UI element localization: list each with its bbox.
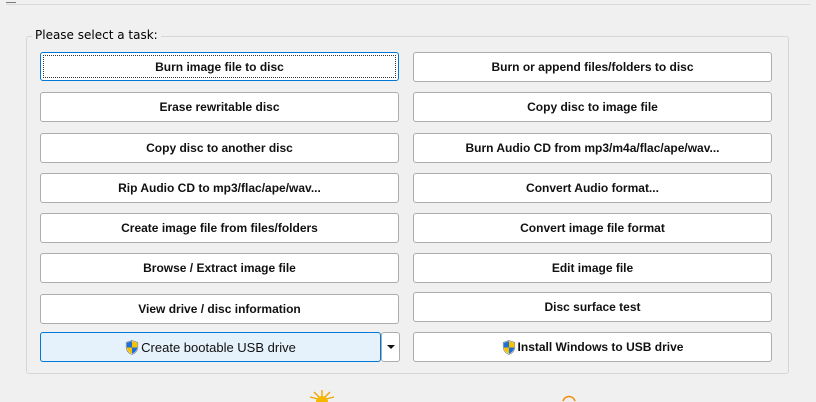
burn-image-button[interactable]: Burn image file to disc (40, 52, 399, 81)
drive-info-label: View drive / disc information (138, 302, 301, 316)
convert-audio-label: Convert Audio format... (526, 181, 659, 195)
orange-arc-icon (562, 395, 576, 402)
convert-image-button[interactable]: Convert image file format (413, 213, 772, 243)
install-windows-label: Install Windows to USB drive (517, 340, 684, 354)
burn-audio-label: Burn Audio CD from mp3/m4a/flac/ape/wav.… (465, 141, 720, 155)
title-bar-edge (6, 0, 810, 5)
burn-files-label: Burn or append files/folders to disc (491, 60, 694, 74)
chevron-down-icon (386, 345, 395, 349)
uac-shield-icon (502, 339, 515, 355)
task-group-label: Please select a task: (32, 28, 161, 42)
install-windows-button[interactable]: Install Windows to USB drive (413, 332, 772, 362)
erase-disc-button[interactable]: Erase rewritable disc (40, 92, 399, 122)
drive-info-button[interactable]: View drive / disc information (40, 294, 399, 324)
copy-disc-label: Copy disc to another disc (146, 141, 293, 155)
rip-audio-label: Rip Audio CD to mp3/flac/ape/wav... (118, 181, 321, 195)
app-window: Please select a task: Burn image file to… (0, 0, 816, 402)
create-image-label: Create image file from files/folders (121, 221, 318, 235)
browse-image-label: Browse / Extract image file (143, 261, 296, 275)
browse-image-button[interactable]: Browse / Extract image file (40, 253, 399, 283)
surface-test-label: Disc surface test (544, 300, 641, 314)
erase-disc-label: Erase rewritable disc (159, 100, 280, 114)
edit-image-label: Edit image file (551, 261, 634, 275)
bootable-usb-button[interactable]: Create bootable USB drive (40, 332, 381, 362)
surface-test-button[interactable]: Disc surface test (413, 292, 772, 322)
burn-audio-button[interactable]: Burn Audio CD from mp3/m4a/flac/ape/wav.… (413, 133, 772, 163)
convert-image-label: Convert image file format (520, 221, 665, 235)
bootable-usb-dropdown-button[interactable] (381, 332, 400, 362)
edit-image-button[interactable]: Edit image file (413, 253, 772, 283)
burn-files-button[interactable]: Burn or append files/folders to disc (413, 52, 772, 82)
rip-audio-button[interactable]: Rip Audio CD to mp3/flac/ape/wav... (40, 173, 399, 203)
burn-image-label: Burn image file to disc (155, 59, 284, 74)
uac-shield-icon (126, 339, 139, 355)
copy-to-image-button[interactable]: Copy disc to image file (413, 92, 772, 122)
title-bar-fragment (6, 0, 16, 3)
convert-audio-button[interactable]: Convert Audio format... (413, 173, 772, 203)
copy-to-image-label: Copy disc to image file (527, 100, 658, 114)
bootable-usb-label: Create bootable USB drive (141, 339, 296, 355)
create-image-button[interactable]: Create image file from files/folders (40, 213, 399, 243)
copy-disc-button[interactable]: Copy disc to another disc (40, 133, 399, 163)
